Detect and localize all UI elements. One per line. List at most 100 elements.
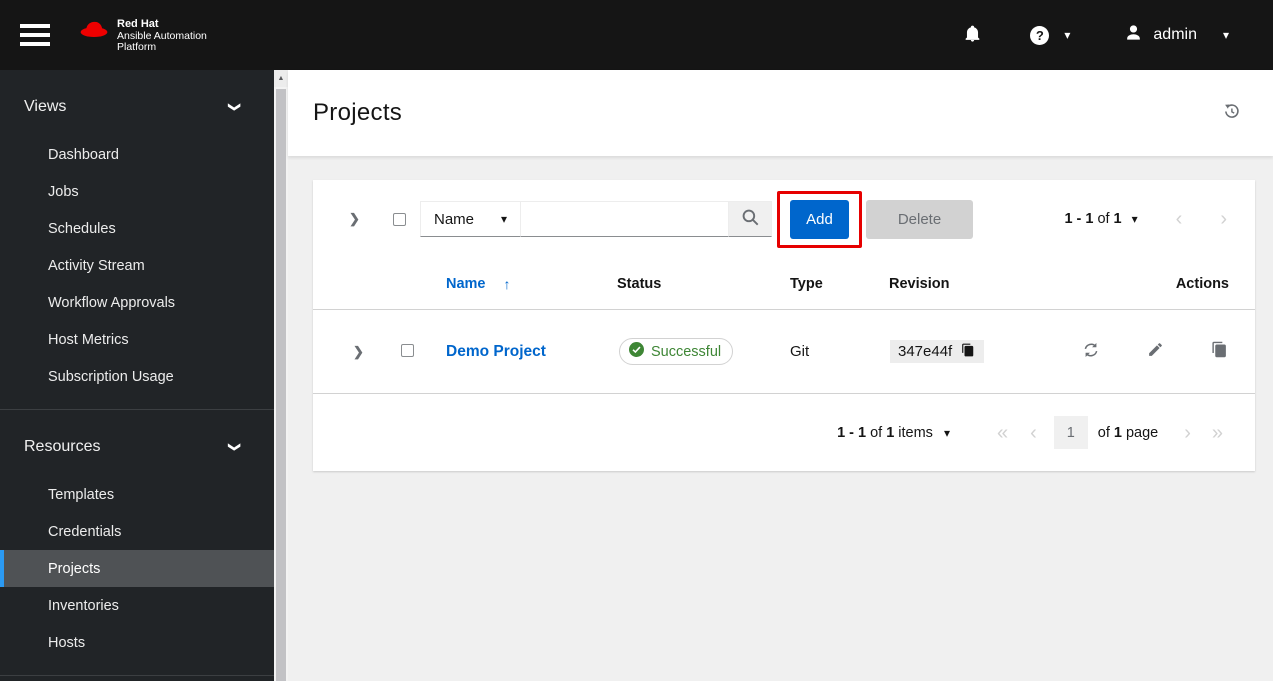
sidebar-section-resources-label: Resources: [24, 438, 101, 455]
per-page-dropdown-toggle[interactable]: ▾: [944, 427, 950, 439]
help-caret-down-icon[interactable]: ▾: [1064, 29, 1070, 41]
user-menu[interactable]: admin ▾: [1124, 23, 1229, 47]
page-number-input[interactable]: [1053, 416, 1088, 449]
filter-attribute-dropdown[interactable]: Name ▾: [420, 201, 521, 237]
revision-value: 347e44f: [898, 343, 953, 360]
copy-project-button[interactable]: [1211, 341, 1228, 362]
search-button[interactable]: [729, 201, 772, 237]
redhat-fedora-icon: [78, 19, 110, 44]
status-label: Successful: [651, 343, 722, 360]
last-page-button[interactable]: »: [1212, 423, 1223, 443]
sidebar: Views ❯ Dashboard Jobs Schedules Activit…: [0, 70, 274, 681]
items-summary: 1 - 1 of 1 items: [837, 424, 933, 441]
caret-down-icon: ▾: [500, 212, 507, 226]
copy-icon: [961, 343, 975, 360]
sidebar-item-hosts[interactable]: Hosts: [0, 624, 274, 661]
type-cell: Git: [790, 343, 810, 360]
sidebar-item-workflow-approvals[interactable]: Workflow Approvals: [0, 284, 274, 321]
copy-revision-button[interactable]: [961, 343, 975, 360]
user-name: admin: [1153, 26, 1197, 43]
sidebar-item-templates[interactable]: Templates: [0, 476, 274, 513]
sidebar-item-host-metrics[interactable]: Host Metrics: [0, 321, 274, 358]
column-header-actions: Actions: [1175, 275, 1229, 292]
sidebar-group-views: Views ❯ Dashboard Jobs Schedules Activit…: [0, 70, 274, 410]
revision-chip: 347e44f: [890, 340, 985, 363]
sidebar-item-activity-stream[interactable]: Activity Stream: [0, 247, 274, 284]
sidebar-item-subscription-usage[interactable]: Subscription Usage: [0, 358, 274, 395]
sidebar-section-resources[interactable]: Resources ❯: [0, 427, 274, 467]
column-header-type: Type: [790, 275, 823, 292]
projects-card: ❯ Name ▾ Add Delete 1 - 1 of 1 ▾ ‹ › Nam…: [313, 180, 1255, 471]
expand-all-button[interactable]: ❯: [349, 211, 365, 227]
notifications-button[interactable]: [963, 24, 982, 46]
sidebar-item-inventories[interactable]: Inventories: [0, 587, 274, 624]
app-root: Red Hat Ansible Automation Platform ? ▾: [0, 0, 1273, 681]
sidebar-group-resources: Resources ❯ Templates Credentials Projec…: [0, 410, 274, 676]
brand-line3: Platform: [117, 40, 157, 53]
first-page-button[interactable]: «: [997, 423, 1008, 443]
chevron-down-icon: ❯: [227, 441, 242, 453]
edit-button[interactable]: [1147, 341, 1164, 362]
chevron-right-icon: ❯: [353, 344, 364, 359]
sync-button[interactable]: [1082, 341, 1100, 362]
search-icon: [741, 208, 760, 230]
scrollbar-thumb[interactable]: [276, 89, 286, 681]
pagination-total: 1: [1113, 211, 1122, 227]
masthead-actions: ? ▾ admin ▾: [963, 23, 1229, 47]
chevron-right-icon: ❯: [349, 211, 360, 226]
masthead: Red Hat Ansible Automation Platform ? ▾: [0, 0, 1273, 70]
bottom-pagination: 1 - 1 of 1 items ▾ « ‹ of 1 page › »: [313, 394, 1255, 471]
user-caret-down-icon[interactable]: ▾: [1223, 29, 1229, 41]
page-header: Projects: [288, 70, 1273, 156]
sidebar-item-credentials[interactable]: Credentials: [0, 513, 274, 550]
help-button[interactable]: ?: [1030, 25, 1050, 45]
brand-line1: Red Hat: [117, 17, 159, 30]
check-circle-icon: [629, 342, 644, 361]
toolbar: ❯ Name ▾ Add Delete 1 - 1 of 1 ▾ ‹ ›: [313, 180, 1255, 258]
table-header-row: Name ↑ Status Type Revision Actions: [313, 258, 1255, 310]
next-page-button[interactable]: ›: [1184, 423, 1191, 443]
user-icon: [1124, 23, 1143, 47]
page-title: Projects: [313, 99, 403, 126]
sync-icon: [1082, 341, 1100, 362]
sidebar-resources-list: Templates Credentials Projects Inventori…: [0, 476, 274, 661]
prev-page-button[interactable]: ‹: [1176, 209, 1183, 229]
project-link[interactable]: Demo Project: [446, 343, 546, 360]
select-all-checkbox[interactable]: [393, 212, 406, 226]
sidebar-item-schedules[interactable]: Schedules: [0, 210, 274, 247]
items-range: 1 - 1: [837, 424, 867, 441]
sidebar-item-dashboard[interactable]: Dashboard: [0, 136, 274, 173]
scroll-up-arrow-icon[interactable]: ▲: [274, 70, 288, 87]
sidebar-section-views[interactable]: Views ❯: [0, 87, 274, 127]
column-header-name[interactable]: Name ↑: [410, 276, 617, 292]
brand-logo[interactable]: Red Hat Ansible Automation Platform: [78, 17, 207, 53]
pencil-icon: [1147, 341, 1164, 362]
sidebar-item-jobs[interactable]: Jobs: [0, 173, 274, 210]
prev-page-button[interactable]: ‹: [1030, 423, 1037, 443]
nav-toggle-button[interactable]: [20, 24, 50, 46]
status-badge[interactable]: Successful: [619, 338, 734, 365]
brand-text: Red Hat Ansible Automation Platform: [117, 17, 207, 53]
history-button[interactable]: [1222, 102, 1241, 124]
sidebar-item-projects[interactable]: Projects: [0, 550, 274, 587]
copy-icon: [1211, 341, 1228, 362]
content-scrollbar[interactable]: ▲: [274, 70, 288, 681]
brand-line2: Ansible Automation: [117, 29, 207, 42]
items-total: 1: [886, 424, 895, 441]
history-icon: [1222, 102, 1241, 124]
sidebar-views-list: Dashboard Jobs Schedules Activity Stream…: [0, 136, 274, 395]
pagination-summary: 1 - 1 of 1: [1064, 211, 1122, 227]
add-button[interactable]: Add: [790, 199, 849, 239]
delete-button[interactable]: Delete: [866, 199, 973, 239]
sort-asc-icon: ↑: [503, 275, 511, 292]
row-actions: [1030, 341, 1255, 362]
page-count-label: of 1 page: [1097, 424, 1159, 441]
question-circle-icon: ?: [1030, 25, 1050, 45]
next-page-button[interactable]: ›: [1220, 209, 1227, 229]
sidebar-section-views-label: Views: [24, 98, 67, 115]
filter-attribute-label: Name: [434, 210, 475, 228]
annotation-highlight-box: Add: [777, 190, 862, 248]
pagination-dropdown-toggle[interactable]: ▾: [1132, 213, 1138, 225]
search-input[interactable]: [521, 201, 729, 237]
bell-icon: [963, 24, 982, 46]
